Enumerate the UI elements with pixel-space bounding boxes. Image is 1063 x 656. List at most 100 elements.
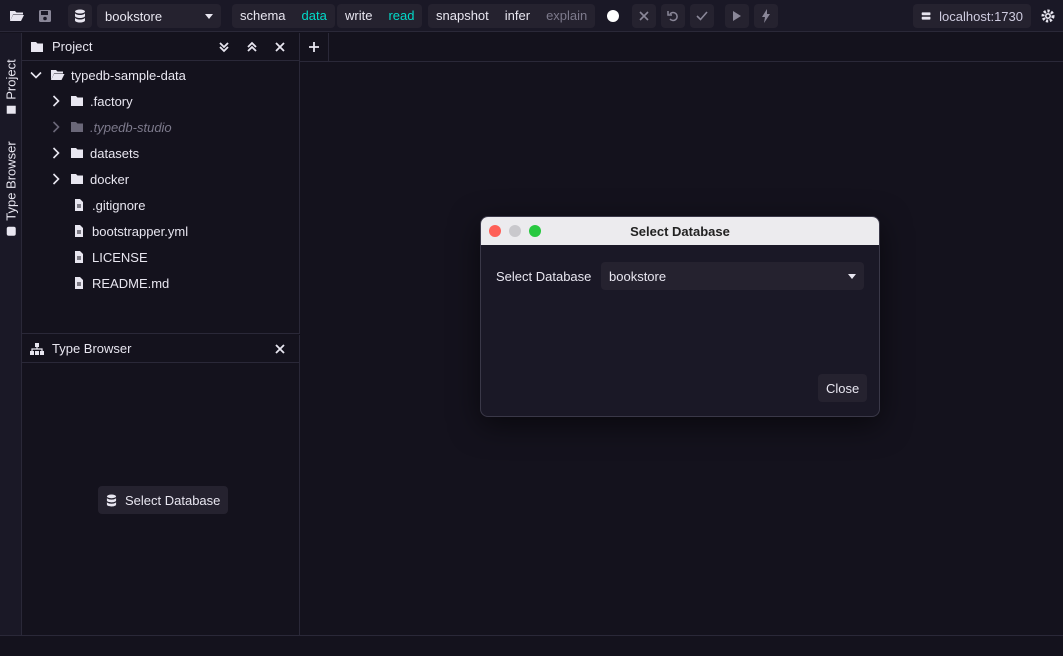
folder-icon [71,174,83,184]
dialog-title: Select Database [630,223,730,239]
chevron-down-icon [30,71,42,79]
status-bar [0,635,1063,656]
project-panel-title: Project [52,39,93,54]
session-data-option[interactable]: data [294,4,335,28]
close-transaction-button[interactable] [632,4,656,28]
chevrons-down-icon [219,41,229,52]
server-connection-button[interactable]: localhost:1730 [913,4,1031,28]
open-project-button[interactable] [6,4,28,28]
snapshot-option[interactable]: snapshot [428,4,497,28]
save-button[interactable] [34,4,56,28]
server-icon [921,12,931,20]
folder-open-icon [51,70,65,80]
chevron-right-icon [52,147,60,159]
collapse-all-button[interactable] [241,36,263,58]
tree-item-docker[interactable]: docker [50,166,129,192]
new-tab-button[interactable] [300,33,329,61]
dialog-field-label: Select Database [496,269,592,284]
close-icon [639,11,649,21]
chevrons-up-icon [247,41,257,52]
sidebar-tab-type-browser[interactable]: Type Browser [0,133,22,243]
stop-signal-button[interactable] [754,4,778,28]
file-icon [75,199,83,211]
plus-icon [309,42,319,52]
tree-item-label: bootstrapper.yml [92,223,189,239]
type-browser-title: Type Browser [52,341,132,356]
tree-item-gitignore[interactable]: .gitignore [74,192,145,218]
run-button[interactable] [725,4,749,28]
select-database-button-label: Select Database [125,492,221,508]
folder-icon [71,96,83,106]
file-icon [75,251,83,263]
type-browser-panel: Type Browser Select Database [22,335,300,635]
commit-button[interactable] [690,4,714,28]
tree-item-label: datasets [90,145,140,161]
database-select-value: bookstore [105,8,163,24]
close-icon [275,41,285,52]
folder-icon [31,41,43,52]
file-icon [6,105,16,114]
type-browser-header: Type Browser [22,335,299,363]
tree-item-license[interactable]: LICENSE [74,244,148,270]
session-schema-option[interactable]: schema [232,4,294,28]
select-database-button[interactable]: Select Database [98,486,229,514]
dialog-title-bar: Select Database [481,217,879,245]
chevron-right-icon [52,95,60,107]
folder-icon [71,122,83,132]
tree-item-label: README.md [92,275,170,291]
select-database-dialog: Select Database Select Database bookstor… [480,216,880,417]
tree-item-bootstrapper[interactable]: bootstrapper.yml [74,218,188,244]
server-address: localhost:1730 [939,8,1023,24]
tree-item-label: LICENSE [92,249,148,265]
window-maximize-button[interactable] [529,225,541,237]
file-icon [75,277,83,289]
file-icon [75,225,83,237]
tree-root-label: typedb-sample-data [71,67,186,83]
expand-all-button[interactable] [213,36,235,58]
sidebar-tab-type-browser-label: Type Browser [3,140,19,221]
tree-root[interactable]: typedb-sample-data [30,62,186,88]
dialog-close-button[interactable]: Close [818,374,868,402]
project-panel-header: Project [22,33,299,61]
window-close-button[interactable] [489,225,501,237]
circle-icon [602,5,624,27]
tx-write-option[interactable]: write [337,4,380,28]
tree-item-datasets[interactable]: datasets [50,140,139,166]
folder-icon [71,148,83,158]
tree-item-label: .typedb-studio [90,119,172,135]
hierarchy-icon [6,226,16,236]
close-type-browser-button[interactable] [269,338,291,360]
tx-read-option[interactable]: read [380,4,422,28]
database-icon [68,4,92,28]
tree-item-factory[interactable]: .factory [50,88,133,114]
close-project-panel-button[interactable] [269,36,291,58]
tree-item-readme[interactable]: README.md [74,270,169,296]
tree-item-label: .gitignore [92,197,146,213]
chevron-right-icon [52,121,60,133]
database-icon [106,494,117,506]
settings-button[interactable] [1037,4,1059,28]
bolt-icon [762,9,770,23]
close-icon [275,343,285,354]
transaction-status-indicator [602,4,624,28]
tree-item-typedb-studio[interactable]: .typedb-studio [50,114,172,140]
window-minimize-button[interactable] [509,225,521,237]
tree-item-label: .factory [90,93,133,109]
infer-option[interactable]: infer [497,4,538,28]
tree-item-label: docker [90,171,130,187]
gear-icon [1037,5,1059,27]
side-tab-strip: Project Type Browser [0,33,22,635]
database-select[interactable]: bookstore [97,4,221,28]
sidebar-tab-project[interactable]: Project [0,41,22,131]
caret-down-icon [848,273,856,279]
dialog-database-select[interactable]: bookstore [601,262,864,290]
dialog-database-select-value: bookstore [609,268,667,284]
folder-open-icon [6,5,28,27]
chevron-right-icon [52,173,60,185]
transaction-options: snapshot infer explain [428,4,596,28]
toolbar: bookstore schema data write read snapsho… [0,0,1063,32]
project-panel: Project typedb-sample-data .factory .typ… [22,33,300,334]
transaction-type-toggle: write read [337,4,423,28]
explain-option[interactable]: explain [538,4,595,28]
rollback-button[interactable] [661,4,685,28]
